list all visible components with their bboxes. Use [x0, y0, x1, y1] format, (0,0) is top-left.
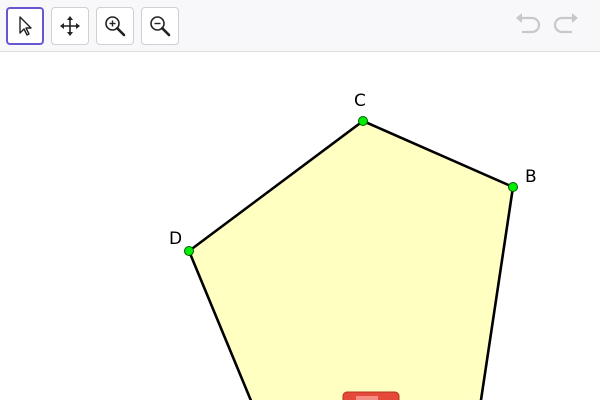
point-d[interactable]: D	[169, 229, 194, 256]
point-b[interactable]: B	[508, 167, 537, 192]
zoom-out-button[interactable]	[141, 7, 179, 45]
point-b-label: B	[525, 167, 537, 187]
redo-button[interactable]	[550, 10, 582, 42]
move-graphics-view-button[interactable]	[51, 7, 89, 45]
pentagon-polygon[interactable]	[187, 119, 515, 400]
cursor-arrow-icon	[15, 14, 35, 38]
point-d-label: D	[169, 229, 182, 249]
redo-arrow-icon	[550, 11, 582, 41]
zoom-out-icon	[148, 14, 172, 38]
undo-arrow-icon	[512, 11, 544, 41]
move-tool-button[interactable]	[6, 7, 44, 45]
geometry-app: C B D	[0, 0, 600, 400]
graphics-view[interactable]: C B D	[0, 53, 600, 400]
undo-button[interactable]	[512, 10, 544, 42]
four-way-arrows-icon	[58, 14, 82, 38]
point-c-label: C	[354, 91, 366, 111]
zoom-in-icon	[103, 14, 127, 38]
bottom-widget[interactable]	[342, 391, 400, 400]
point-c[interactable]: C	[354, 91, 368, 126]
zoom-in-button[interactable]	[96, 7, 134, 45]
toolbar	[0, 0, 600, 52]
